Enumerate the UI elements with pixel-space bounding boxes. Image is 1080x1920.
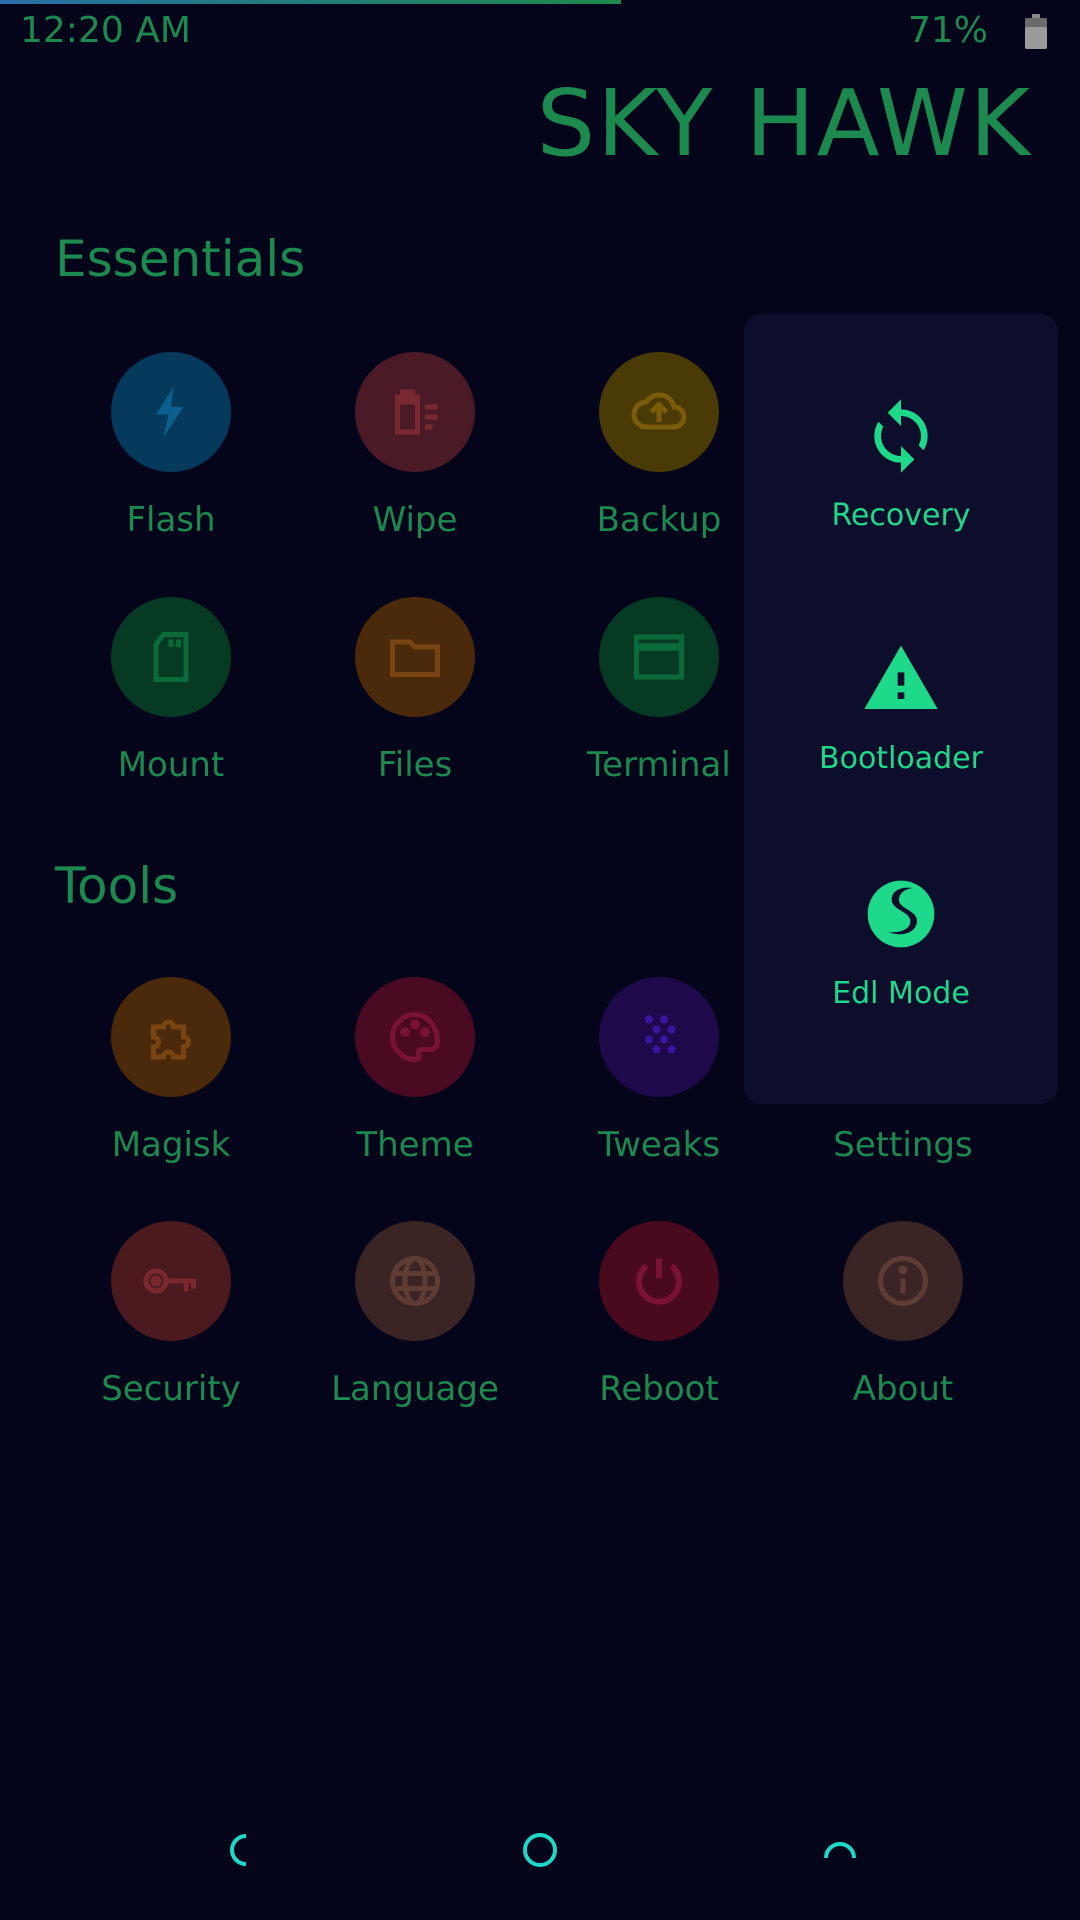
warning-icon (864, 645, 938, 709)
info-icon (843, 1221, 963, 1341)
tile-label: Theme (356, 1125, 474, 1165)
section-title-essentials: Essentials (55, 230, 306, 288)
reboot-recovery-option[interactable]: Recovery (744, 396, 1058, 533)
tile-label: Magisk (111, 1125, 231, 1165)
tile-flash[interactable]: Flash (61, 352, 261, 572)
tile-mount[interactable]: Mount (61, 597, 261, 817)
loading-progress-bar (0, 0, 1080, 4)
globe-icon (355, 1221, 475, 1341)
tile-files[interactable]: Files (305, 597, 505, 817)
panel-label: Bootloader (819, 741, 983, 776)
sync-icon (874, 399, 928, 473)
brand-title: SKY HAWK (536, 70, 1032, 177)
cloud-upload-icon (599, 352, 719, 472)
tile-about[interactable]: About (793, 1221, 993, 1441)
battery-percentage: 71% (907, 10, 988, 51)
tile-tweaks[interactable]: Tweaks (549, 977, 749, 1197)
tile-label: Files (377, 745, 453, 785)
tile-label: Language (331, 1369, 499, 1409)
panel-label: Recovery (831, 498, 971, 533)
tile-label: Security (101, 1369, 241, 1409)
back-button[interactable] (222, 1830, 262, 1870)
reboot-edl-option[interactable]: Edl Mode (744, 874, 1058, 1011)
tile-label: Wipe (372, 500, 458, 540)
tile-label: About (852, 1369, 954, 1409)
reboot-options-panel: Recovery Bootloader Edl Mode (744, 314, 1058, 1104)
sd-card-icon (111, 597, 231, 717)
dots-grid-icon (599, 977, 719, 1097)
puzzle-icon (111, 977, 231, 1097)
tile-theme[interactable]: Theme (305, 977, 505, 1197)
tile-label: Tweaks (597, 1125, 721, 1165)
flash-icon (111, 352, 231, 472)
trash-icon (355, 352, 475, 472)
key-icon (111, 1221, 231, 1341)
tile-label: Reboot (599, 1369, 719, 1409)
tile-reboot[interactable]: Reboot (549, 1221, 749, 1441)
tile-security[interactable]: Security (61, 1221, 261, 1441)
tile-language[interactable]: Language (305, 1221, 505, 1441)
reboot-bootloader-option[interactable]: Bootloader (744, 639, 1058, 776)
folder-icon (355, 597, 475, 717)
tile-label: Flash (126, 500, 216, 540)
section-title-tools: Tools (55, 857, 179, 915)
power-icon (599, 1221, 719, 1341)
qualcomm-snapdragon-icon (867, 880, 935, 948)
tile-label: Settings (833, 1125, 973, 1165)
tile-terminal[interactable]: Terminal (549, 597, 749, 817)
loading-progress-fill (0, 0, 621, 4)
tile-magisk[interactable]: Magisk (61, 977, 261, 1197)
tile-label: Mount (117, 745, 225, 785)
battery-icon (1025, 14, 1047, 49)
home-button[interactable] (520, 1830, 560, 1870)
palette-icon (355, 977, 475, 1097)
tile-backup[interactable]: Backup (549, 352, 749, 572)
window-icon (599, 597, 719, 717)
tile-wipe[interactable]: Wipe (305, 352, 505, 572)
recents-button[interactable] (820, 1830, 860, 1870)
status-time: 12:20 AM (20, 10, 191, 51)
panel-label: Edl Mode (832, 976, 970, 1011)
